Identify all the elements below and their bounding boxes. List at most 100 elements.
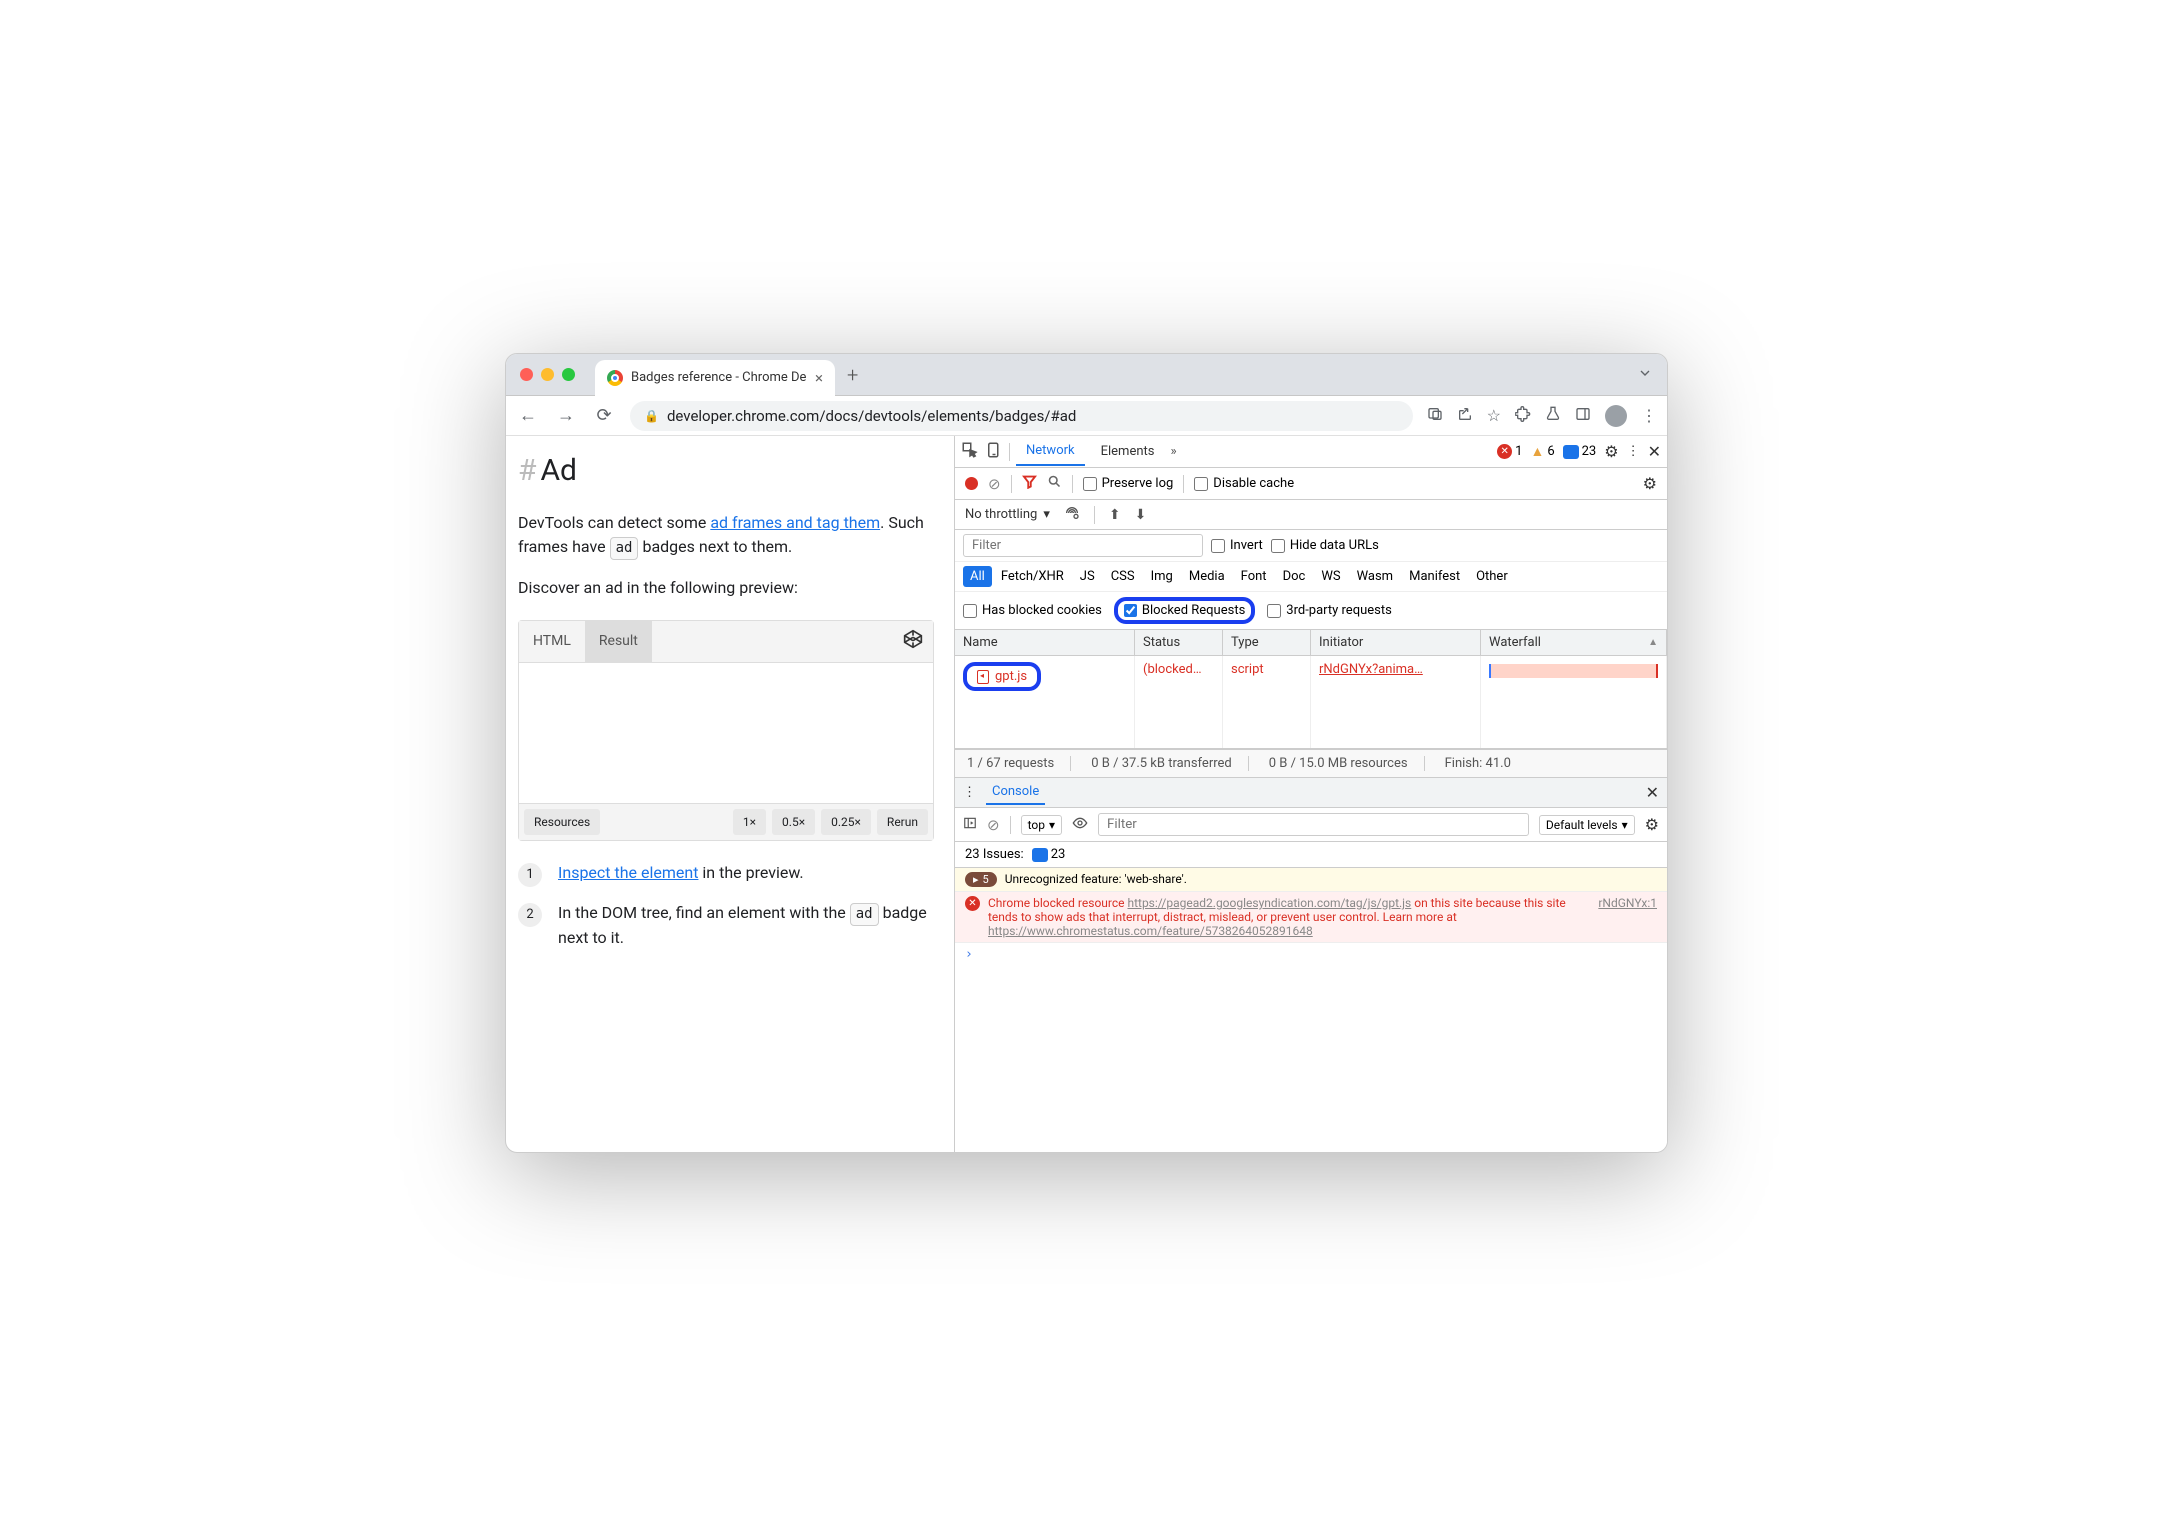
- console-settings-icon[interactable]: ⚙: [1645, 815, 1659, 834]
- filter-js[interactable]: JS: [1073, 566, 1102, 587]
- minimize-window-button[interactable]: [541, 368, 554, 381]
- record-button[interactable]: [965, 477, 978, 490]
- eye-icon[interactable]: [1072, 815, 1088, 835]
- issues-row[interactable]: 23 Issues: 23: [955, 842, 1667, 868]
- more-tabs-icon[interactable]: »: [1171, 444, 1177, 459]
- col-name[interactable]: Name: [955, 630, 1135, 655]
- close-window-button[interactable]: [520, 368, 533, 381]
- filter-media[interactable]: Media: [1182, 566, 1232, 587]
- browser-tab[interactable]: Badges reference - Chrome De ×: [595, 360, 835, 396]
- link-ad-frames[interactable]: ad frames and tag them: [710, 513, 880, 532]
- inspect-icon[interactable]: [961, 441, 979, 463]
- filter-other[interactable]: Other: [1469, 566, 1515, 587]
- initiator-link[interactable]: rNdGNYx?anima…: [1319, 662, 1423, 677]
- device-icon[interactable]: [985, 441, 1003, 463]
- codepen-tab-result[interactable]: Result: [585, 621, 652, 662]
- forward-button[interactable]: →: [554, 405, 578, 426]
- filter-input[interactable]: [963, 534, 1203, 557]
- script-icon: [977, 670, 989, 684]
- filter-icon[interactable]: [1022, 474, 1037, 493]
- filter-css[interactable]: CSS: [1104, 566, 1142, 587]
- third-party-checkbox[interactable]: 3rd-party requests: [1267, 603, 1392, 618]
- filter-doc[interactable]: Doc: [1276, 566, 1313, 587]
- console-filter-input[interactable]: [1098, 813, 1529, 836]
- share-icon[interactable]: [1457, 406, 1473, 426]
- table-row[interactable]: gpt.js (blocked… script rNdGNYx?anima…: [955, 656, 1667, 748]
- chrome-icon: [607, 370, 623, 386]
- download-har-icon[interactable]: ⬇: [1135, 507, 1147, 523]
- blocked-requests-checkbox[interactable]: [1124, 604, 1137, 617]
- console-toolbar: ⊘ top ▾ Default levels ▾ ⚙: [955, 808, 1667, 842]
- blocked-cookies-checkbox[interactable]: Has blocked cookies: [963, 603, 1102, 618]
- zoom-025x[interactable]: 0.25×: [821, 809, 871, 835]
- drawer-menu-icon[interactable]: ⋮: [963, 785, 976, 800]
- zoom-05x[interactable]: 0.5×: [772, 809, 815, 835]
- bookmark-icon[interactable]: ☆: [1487, 406, 1501, 425]
- filter-all[interactable]: All: [963, 566, 992, 587]
- kebab-menu-icon[interactable]: ⋮: [1627, 444, 1640, 459]
- filter-fetch[interactable]: Fetch/XHR: [994, 566, 1071, 587]
- filter-ws[interactable]: WS: [1314, 566, 1347, 587]
- profile-avatar[interactable]: [1605, 405, 1627, 427]
- close-tab-button[interactable]: ×: [815, 369, 823, 387]
- col-initiator[interactable]: Initiator: [1311, 630, 1481, 655]
- codepen-logo-icon[interactable]: [903, 627, 923, 657]
- settings-icon[interactable]: ⚙: [1604, 442, 1618, 461]
- codepen-tab-html[interactable]: HTML: [519, 621, 585, 662]
- col-type[interactable]: Type: [1223, 630, 1311, 655]
- maximize-window-button[interactable]: [562, 368, 575, 381]
- tab-list-button[interactable]: [1637, 365, 1653, 385]
- levels-select[interactable]: Default levels ▾: [1539, 815, 1635, 835]
- tab-title: Badges reference - Chrome De: [631, 370, 806, 385]
- filter-wasm[interactable]: Wasm: [1350, 566, 1401, 587]
- link-inspect[interactable]: Inspect the element: [558, 863, 698, 882]
- close-devtools-button[interactable]: ✕: [1648, 442, 1661, 461]
- context-select[interactable]: top ▾: [1021, 815, 1062, 835]
- blocked-requests-highlight: Blocked Requests: [1114, 597, 1255, 624]
- filter-img[interactable]: Img: [1144, 566, 1180, 587]
- console-error[interactable]: ✕ Chrome blocked resource https://pagead…: [955, 892, 1667, 943]
- tab-network[interactable]: Network: [1016, 437, 1085, 466]
- col-waterfall[interactable]: Waterfall▲: [1481, 630, 1667, 655]
- preserve-log-checkbox[interactable]: Preserve log: [1083, 476, 1174, 491]
- cell-status: (blocked…: [1135, 656, 1223, 748]
- error-source-link[interactable]: rNdGNYx:1: [1598, 896, 1657, 910]
- new-tab-button[interactable]: +: [847, 363, 858, 387]
- console-prompt[interactable]: ›: [955, 943, 1667, 966]
- back-button[interactable]: ←: [516, 405, 540, 426]
- search-icon[interactable]: [1047, 474, 1062, 493]
- codepen-resources[interactable]: Resources: [524, 809, 600, 835]
- messages-count[interactable]: 23: [1563, 444, 1597, 459]
- translate-icon[interactable]: [1427, 406, 1443, 426]
- filter-manifest[interactable]: Manifest: [1402, 566, 1467, 587]
- expand-count-badge[interactable]: ▸ 5: [965, 872, 997, 887]
- throttling-select[interactable]: No throttling ▾: [965, 507, 1050, 522]
- console-sidebar-icon[interactable]: [963, 816, 977, 834]
- network-conditions-icon[interactable]: [1064, 505, 1080, 525]
- errors-count[interactable]: ✕1: [1497, 444, 1522, 459]
- close-drawer-button[interactable]: ✕: [1646, 783, 1659, 802]
- hide-data-urls-checkbox[interactable]: Hide data URLs: [1271, 538, 1379, 553]
- paragraph: DevTools can detect some ad frames and t…: [518, 511, 934, 560]
- col-status[interactable]: Status: [1135, 630, 1223, 655]
- menu-icon[interactable]: ⋮: [1641, 406, 1657, 425]
- extensions-icon[interactable]: [1515, 406, 1531, 426]
- clear-button[interactable]: ⊘: [988, 475, 1001, 493]
- network-settings-icon[interactable]: ⚙: [1643, 474, 1657, 493]
- disable-cache-checkbox[interactable]: Disable cache: [1194, 476, 1294, 491]
- console-warning[interactable]: ▸ 5 Unrecognized feature: 'web-share'.: [955, 868, 1667, 892]
- filter-font[interactable]: Font: [1234, 566, 1274, 587]
- url-input[interactable]: 🔒 developer.chrome.com/docs/devtools/ele…: [630, 401, 1413, 431]
- rerun-button[interactable]: Rerun: [877, 809, 928, 835]
- upload-har-icon[interactable]: ⬆: [1109, 507, 1121, 523]
- invert-checkbox[interactable]: Invert: [1211, 538, 1263, 553]
- warnings-count[interactable]: ▲6: [1530, 443, 1554, 460]
- reload-button[interactable]: ⟳: [592, 405, 616, 426]
- list-item: 1 Inspect the element in the preview.: [518, 861, 934, 887]
- labs-icon[interactable]: [1545, 406, 1561, 426]
- sidepanel-icon[interactable]: [1575, 406, 1591, 426]
- zoom-1x[interactable]: 1×: [733, 809, 766, 835]
- tab-console[interactable]: Console: [986, 780, 1045, 805]
- clear-console-icon[interactable]: ⊘: [987, 816, 1000, 834]
- tab-elements[interactable]: Elements: [1091, 438, 1165, 465]
